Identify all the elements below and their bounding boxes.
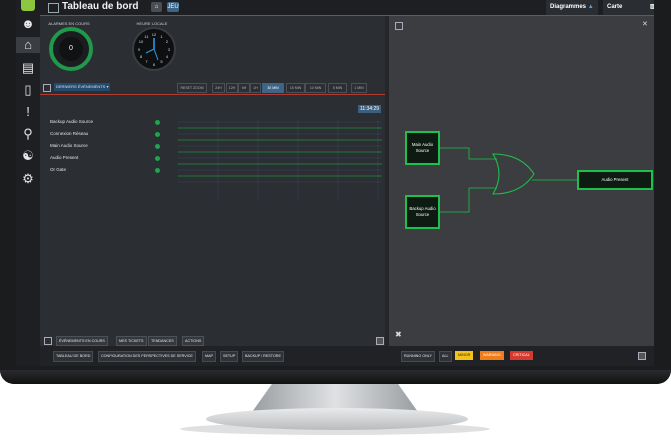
panel-toggle-icon[interactable] — [376, 337, 384, 345]
monitor-chin — [0, 370, 671, 384]
filter-critical[interactable]: CRITICAL — [510, 351, 533, 360]
range-button[interactable]: 30 MIN — [262, 83, 284, 93]
alarm-count: 0 — [59, 37, 83, 61]
or-gate-icon — [492, 153, 535, 195]
dashboard-pane: ALARMES EN COURS 0 HEURE LOCALE 12 1 2 3 4 5 6… — [40, 16, 385, 346]
event-row-label[interactable]: Main Audio Source — [50, 143, 88, 148]
event-row-label[interactable]: Backup Audio Source — [50, 119, 93, 124]
diagrams-label: Diagrammes — [550, 4, 587, 10]
tab-my-tickets[interactable]: MES TICKETS — [116, 336, 147, 346]
clock-number: 6 — [152, 61, 156, 67]
collapse-icon[interactable]: ✖ — [395, 330, 402, 339]
range-button[interactable]: 1H — [250, 83, 261, 93]
node-audio-present[interactable]: Audio Present — [577, 170, 653, 190]
filter-all[interactable]: ALL — [439, 351, 452, 362]
clock-number: 1 — [160, 33, 163, 39]
group-icon[interactable]: ☯ — [20, 148, 36, 164]
diagram-pane: ✕ Main Audio Source Backup Audio Source … — [389, 16, 654, 346]
clock-number: 11 — [144, 33, 149, 39]
footer-nav-dashboard[interactable]: TABLEAU DE BORD — [53, 351, 94, 362]
range-button[interactable]: 1 MIN — [351, 83, 367, 93]
filter-warning[interactable]: WARNING — [480, 351, 504, 360]
footer-nav-map[interactable]: MAP — [202, 351, 216, 362]
timeline-grid — [178, 120, 382, 200]
clock-number: 4 — [165, 54, 169, 59]
monitor-stand-base — [206, 408, 468, 430]
clock-number: 9 — [137, 46, 141, 52]
diagrams-button[interactable]: Diagrammes ▲ — [546, 0, 598, 15]
footer-bar: TABLEAU DE BORD CONFIGURATION DES PERSPE… — [40, 346, 654, 366]
status-ok-icon — [155, 132, 160, 137]
clock-number: 2 — [165, 39, 169, 44]
timeline-status-lines — [178, 127, 382, 177]
location-icon[interactable]: ⚲ — [20, 126, 36, 142]
expand-bottom-icon[interactable] — [44, 337, 52, 345]
clock-number: 3 — [167, 46, 171, 52]
bottom-tabs: ÉVÉNEMENTS EN COURS MES TICKETS TENDANCE… — [40, 334, 385, 346]
clock-label: HEURE LOCALE — [136, 21, 168, 26]
events-dropdown-label: DERNIERS ÉVÉNEMENTS — [56, 84, 106, 89]
tab-actions[interactable]: ACTIONS — [182, 336, 205, 346]
alarms-label: ALARMES EN COURS — [48, 21, 90, 26]
diagram-icon: ▲ — [587, 4, 594, 10]
tab-trends[interactable]: TENDANCES — [148, 336, 177, 346]
status-ok-icon — [155, 156, 160, 161]
footer-nav-backup[interactable]: BACKUP / RESTORE — [242, 351, 284, 362]
gear-icon[interactable]: ⚙ — [20, 171, 36, 187]
footer-nav-setup[interactable]: SETUP — [220, 351, 239, 362]
footer-nav-service-config[interactable]: CONFIGURATION DES PERSPECTIVES DE SERVIC… — [98, 351, 196, 362]
event-row-label[interactable]: Or Gate — [50, 167, 66, 172]
range-button[interactable]: 12H — [226, 83, 238, 93]
events-toolbar: DERNIERS ÉVÉNEMENTS ▾ RESET ZOOM 24H 12H 6… — [40, 80, 385, 95]
alert-icon[interactable]: ! — [20, 104, 36, 120]
map-icon[interactable]: ▥ — [646, 0, 654, 15]
range-button[interactable]: 5 MIN — [328, 83, 347, 93]
page-title: Tableau de bord — [62, 1, 139, 12]
diagram-wires — [439, 147, 579, 213]
home-pill-icon[interactable]: ⌂ — [151, 2, 162, 12]
logo-icon — [21, 0, 35, 11]
range-button[interactable]: 15 MIN — [286, 83, 305, 93]
status-ok-icon — [155, 144, 160, 149]
event-row-label[interactable]: Audio Present — [50, 155, 78, 160]
screen: ☻ ⌂ ▤ ▯ ! ⚲ ☯ ⚙ Tableau de bord ⌂ JEU Di… — [16, 0, 654, 366]
footer-panel-icon[interactable] — [638, 352, 646, 360]
home-icon[interactable]: ⌂ — [16, 37, 40, 53]
filter-minor[interactable]: MINOR — [455, 351, 474, 360]
clock-number: 10 — [138, 39, 144, 44]
clock-number: 8 — [139, 54, 143, 59]
node-main-audio-source[interactable]: Main Audio Source — [405, 131, 440, 165]
events-dropdown[interactable]: DERNIERS ÉVÉNEMENTS ▾ — [54, 83, 111, 91]
range-button[interactable]: 10 MIN — [305, 83, 326, 93]
left-nav: ☻ ⌂ ▤ ▯ ! ⚲ ☯ ⚙ — [16, 0, 40, 366]
reset-zoom-button[interactable]: RESET ZOOM — [177, 83, 207, 93]
map-label: Carte — [607, 4, 623, 10]
status-ok-icon — [155, 168, 160, 173]
top-bar: Tableau de bord ⌂ JEU Diagrammes ▲ Carte… — [40, 0, 654, 16]
tab-current-events[interactable]: ÉVÉNEMENTS EN COURS — [56, 336, 108, 346]
clock-number: 7 — [145, 59, 148, 65]
local-clock: 12 1 2 3 4 5 6 7 8 9 10 11 — [132, 27, 176, 71]
dashboard-grid-icon — [48, 3, 59, 13]
range-button[interactable]: 24H — [212, 83, 225, 93]
user-icon[interactable]: ☻ — [20, 16, 36, 32]
status-ok-icon — [155, 120, 160, 125]
timestamp-badge: 11:34:29 — [358, 105, 382, 113]
header-badge[interactable]: JEU — [167, 2, 179, 12]
ticket-icon[interactable]: ▤ — [20, 60, 36, 76]
expand-icon[interactable] — [43, 84, 51, 92]
running-only-toggle[interactable]: RUNNING ONLY — [401, 351, 435, 362]
event-row-label[interactable]: Connexion Réseau — [50, 131, 88, 136]
range-button[interactable]: 6H — [238, 83, 250, 93]
alarm-gauge[interactable]: 0 — [49, 27, 93, 71]
events-timeline-chart — [178, 120, 382, 200]
clock-number: 5 — [160, 59, 163, 65]
chart-icon[interactable]: ▯ — [20, 82, 36, 98]
node-backup-audio-source[interactable]: Backup Audio Source — [405, 195, 440, 229]
